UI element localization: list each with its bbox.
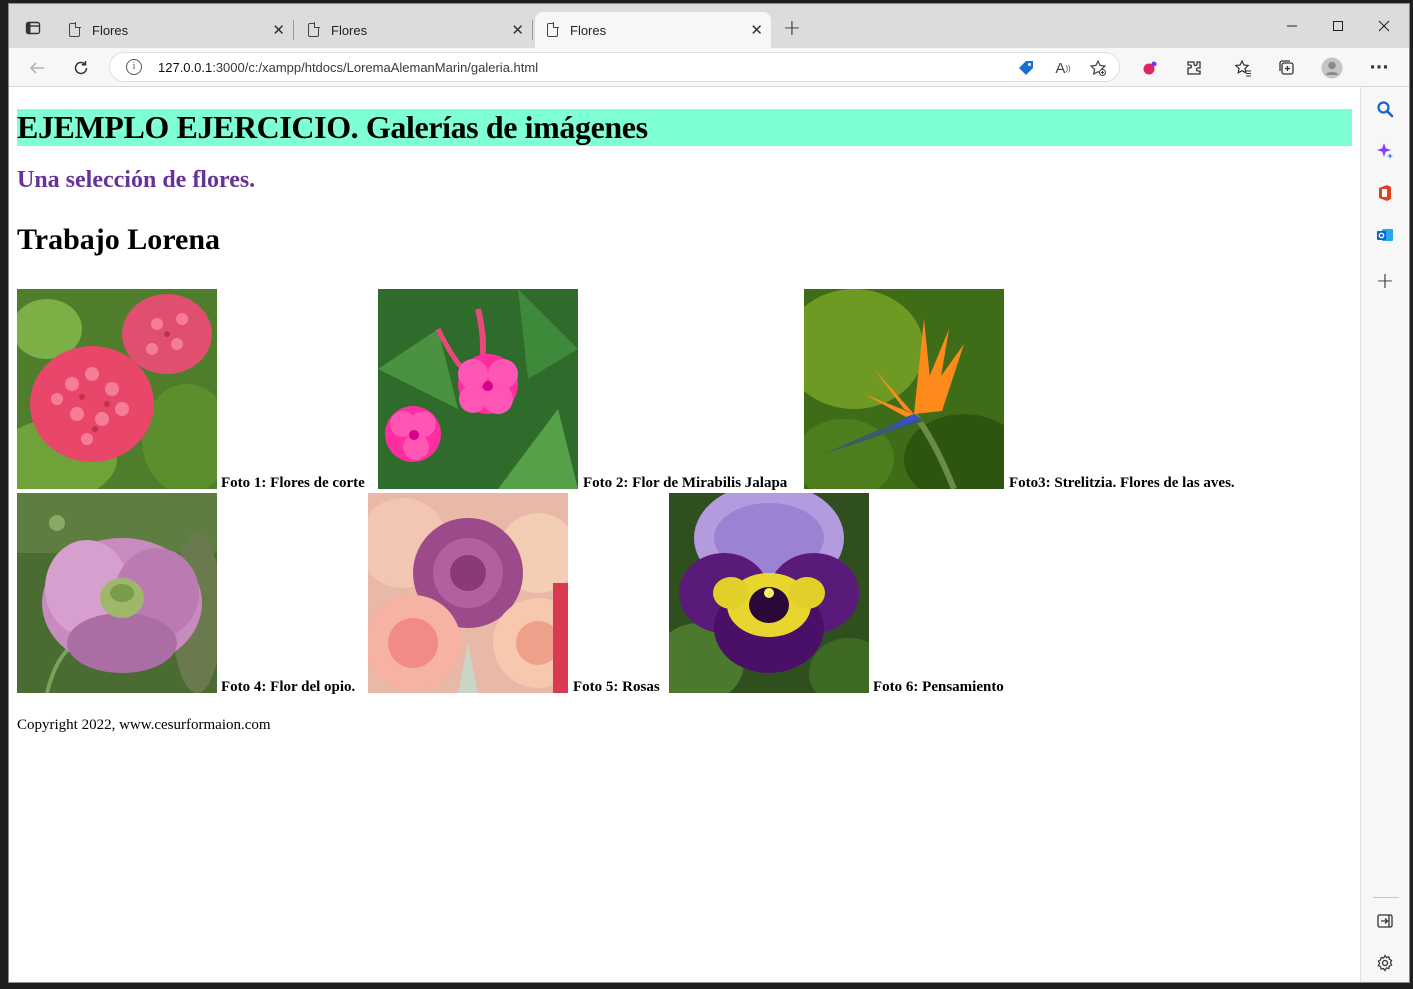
extension-dots-icon[interactable] [1136,54,1164,82]
tab-title: Flores [570,22,607,38]
tab-2[interactable]: Flores ✕ [296,12,533,48]
toolbar: i 127.0.0.1:3000/c:/xampp/htdocs/LoremaA… [9,48,1409,87]
coupon-tag-icon[interactable] [1015,57,1037,79]
page-footer: Copyright 2022, www.cesurformaion.com [17,717,271,733]
maximize-icon[interactable] [1315,14,1361,38]
page-heading: EJEMPLO EJERCICIO. Galerías de imágenes [17,109,1352,146]
photo-pansy [669,493,869,693]
minimize-icon[interactable] [1269,14,1315,38]
url-path: :3000/c:/xampp/htdocs/LoremaAlemanMarin/… [212,60,539,75]
close-tab-icon[interactable]: ✕ [511,21,524,39]
extensions-icon[interactable] [1180,54,1208,82]
close-tab-icon[interactable]: ✕ [272,21,285,39]
photo-caption: Foto 5: Rosas [573,679,660,695]
photo-hydrangea [17,289,217,489]
photo-poppy [17,493,217,693]
copilot-sparkle-icon[interactable] [1371,137,1399,165]
photo-caption: Foto 2: Flor de Mirabilis Jalapa [583,475,788,491]
browser-window: Flores ✕ Flores ✕ Flores ✕ + i 127.0.0.1… [9,4,1409,982]
hide-sidebar-icon[interactable] [1371,907,1399,935]
collections-icon[interactable] [1273,54,1301,82]
settings-gear-icon[interactable] [1371,949,1399,977]
page-icon [547,22,559,37]
page-icon [308,22,320,37]
page-subtitle: Una selección de flores. [17,167,256,193]
search-icon[interactable] [1371,95,1399,123]
section-title: Trabajo Lorena [17,223,221,256]
address-bar[interactable]: i 127.0.0.1:3000/c:/xampp/htdocs/LoremaA… [109,52,1120,82]
tab-1[interactable]: Flores ✕ [57,12,294,48]
site-info-icon[interactable]: i [126,59,142,75]
photo-caption: Foto 1: Flores de corte [221,475,365,491]
new-tab-icon[interactable]: + [778,14,806,42]
add-favorite-icon[interactable] [1087,57,1109,79]
reload-icon[interactable] [67,54,95,82]
tab-3-active[interactable]: Flores ✕ [535,12,771,48]
url-host: 127.0.0.1 [158,60,213,75]
back-icon[interactable] [23,54,51,82]
edge-sidebar: + [1360,87,1409,982]
photo-strelitzia [804,289,1004,489]
page-content: EJEMPLO EJERCICIO. Galerías de imágenes … [9,87,1360,982]
sidebar-divider [1373,897,1399,898]
outlook-icon[interactable] [1371,221,1399,249]
profile-avatar-icon[interactable] [1318,54,1346,82]
photo-mirabilis [378,289,578,489]
tab-title: Flores [331,22,368,38]
photo-caption: Foto 6: Pensamiento [873,679,1004,695]
page-icon [69,22,81,37]
close-tab-icon[interactable]: ✕ [750,21,763,39]
url-text: 127.0.0.1:3000/c:/xampp/htdocs/LoremaAle… [158,60,538,75]
add-sidebar-app-icon[interactable]: + [1371,267,1399,295]
office-icon[interactable] [1371,179,1399,207]
favorites-icon[interactable] [1229,54,1257,82]
tab-title: Flores [92,22,129,38]
read-aloud-icon[interactable]: A)) [1052,57,1074,79]
tab-actions-icon[interactable] [19,14,47,42]
photo-caption: Foto3: Strelitzia. Flores de las aves. [1009,475,1235,491]
photo-caption: Foto 4: Flor del opio. [221,679,356,695]
close-window-icon[interactable] [1361,14,1407,38]
tab-strip: Flores ✕ Flores ✕ Flores ✕ + [9,4,1409,48]
more-menu-icon[interactable]: ··· [1365,54,1393,82]
photo-roses [368,493,568,693]
